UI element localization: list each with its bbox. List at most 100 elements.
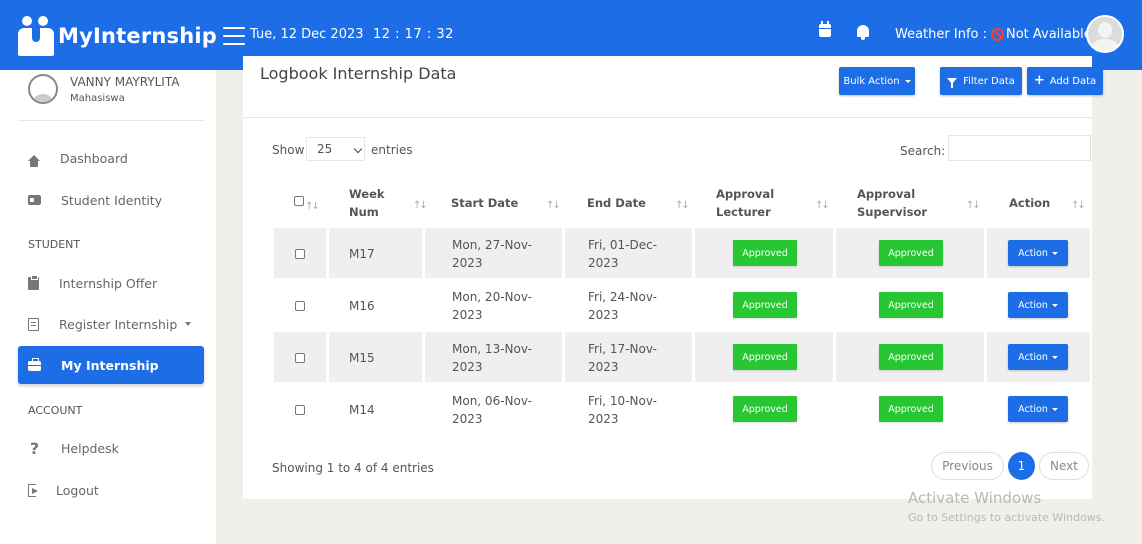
sidebar-item-register-internship[interactable]: Register Internship — [18, 305, 204, 343]
sidebar: VANNY MAYRYLITA Mahasiswa Dashboard Stud… — [0, 70, 216, 544]
column-header-approval-lecturer[interactable]: Approval Lecturer — [716, 185, 774, 221]
column-header-end-date[interactable]: End Date — [587, 194, 646, 212]
chevron-down-icon — [1051, 355, 1058, 359]
row-checkbox[interactable] — [295, 353, 305, 363]
cell-start-date: Mon, 06-Nov- 2023 — [452, 392, 532, 428]
cell-week: M17 — [349, 247, 375, 261]
chevron-down-icon — [1051, 251, 1058, 255]
column-header-start-date[interactable]: Start Date — [451, 194, 518, 212]
status-badge: Approved — [733, 292, 797, 318]
activate-windows-title: Activate Windows — [908, 489, 1042, 507]
question-icon: ? — [29, 438, 40, 458]
menu-toggle-icon[interactable] — [223, 27, 246, 45]
id-card-icon — [28, 195, 41, 205]
entries-label: entries — [371, 143, 413, 157]
cell-end-date-line2: 2023 — [588, 256, 619, 270]
cell-start-date-line2: 2023 — [452, 360, 483, 374]
column-header-supervisor-line2: Supervisor — [857, 205, 928, 219]
cell-end-date-line1: Fri, 01-Dec- — [588, 238, 658, 252]
column-header-week-line1: Week — [349, 187, 385, 201]
header-time: 12 : 17 : 32 — [373, 27, 454, 42]
sort-icon[interactable]: ↑↓ — [546, 200, 561, 211]
entries-select[interactable]: 25 — [306, 137, 365, 161]
bell-icon[interactable] — [857, 25, 869, 40]
sidebar-item-label: Student Identity — [61, 192, 163, 208]
column-header-lecturer-line1: Approval — [716, 187, 775, 201]
status-badge: Approved — [879, 292, 943, 318]
user-avatar-icon — [28, 74, 58, 104]
filter-data-button[interactable]: Filter Data — [940, 67, 1022, 95]
chevron-down-icon — [1051, 407, 1058, 411]
cell-start-date: Mon, 13-Nov- 2023 — [452, 340, 532, 376]
sidebar-item-dashboard[interactable]: Dashboard — [18, 139, 204, 177]
column-header-approval-supervisor[interactable]: Approval Supervisor — [857, 185, 927, 221]
cell-week: M14 — [349, 403, 375, 417]
column-header-week[interactable]: Week Num — [349, 185, 385, 221]
calendar-icon[interactable] — [819, 21, 831, 37]
sidebar-item-student-identity[interactable]: Student Identity — [18, 181, 204, 219]
form-icon — [28, 317, 39, 331]
home-icon — [28, 155, 40, 167]
cell-end-date-line1: Fri, 10-Nov- — [588, 394, 657, 408]
section-account: ACCOUNT — [28, 404, 83, 417]
search-input[interactable] — [948, 135, 1091, 161]
chevron-down-icon — [1051, 303, 1058, 307]
clipboard-icon — [28, 274, 39, 290]
row-action-button[interactable]: Action — [1008, 396, 1068, 422]
bulk-action-button[interactable]: Bulk Action — [839, 67, 915, 95]
sidebar-item-internship-offer[interactable]: Internship Offer — [18, 264, 204, 302]
add-data-button[interactable]: + Add Data — [1027, 67, 1103, 95]
row-action-label: Action — [1018, 247, 1048, 259]
sort-icon[interactable]: ↑↓ — [305, 201, 320, 212]
sidebar-item-label: Helpdesk — [61, 440, 119, 456]
cell-start-date-line2: 2023 — [452, 308, 483, 322]
cell-week: M15 — [349, 351, 375, 365]
cell-start-date: Mon, 27-Nov- 2023 — [452, 236, 532, 272]
cell-start-date-line1: Mon, 27-Nov- — [452, 238, 532, 252]
add-data-label: Add Data — [1049, 75, 1097, 87]
column-header-action[interactable]: Action — [1009, 194, 1050, 212]
row-checkbox[interactable] — [295, 301, 305, 311]
cell-start-date-line2: 2023 — [452, 412, 483, 426]
sidebar-item-label: Logout — [56, 482, 99, 498]
row-action-button[interactable]: Action — [1008, 240, 1068, 266]
weather-label: Weather Info : — [895, 27, 987, 42]
header-date: Tue, 12 Dec 2023 — [250, 27, 364, 42]
avatar[interactable] — [1086, 15, 1124, 53]
weather-value: Not Available — [1005, 27, 1092, 42]
row-action-button[interactable]: Action — [1008, 292, 1068, 318]
row-checkbox[interactable] — [295, 405, 305, 415]
cell-end-date: Fri, 10-Nov- 2023 — [588, 392, 657, 428]
table-row — [274, 384, 1090, 434]
sidebar-item-my-internship[interactable]: My Internship — [18, 346, 204, 384]
cell-week: M16 — [349, 299, 375, 313]
sidebar-divider — [18, 120, 204, 121]
table-row — [274, 228, 1090, 278]
row-checkbox[interactable] — [295, 249, 305, 259]
status-badge: Approved — [879, 240, 943, 266]
bulk-action-label: Bulk Action — [843, 75, 900, 87]
sidebar-item-helpdesk[interactable]: ? Helpdesk — [18, 429, 204, 467]
cell-end-date: Fri, 24-Nov- 2023 — [588, 288, 657, 324]
sidebar-item-label: Register Internship — [59, 316, 178, 332]
pagination-next[interactable]: Next — [1039, 452, 1089, 480]
row-action-button[interactable]: Action — [1008, 344, 1068, 370]
cell-end-date: Fri, 01-Dec- 2023 — [588, 236, 657, 272]
pagination-previous[interactable]: Previous — [931, 452, 1004, 480]
row-action-label: Action — [1018, 351, 1048, 363]
sidebar-user: VANNY MAYRYLITA Mahasiswa — [28, 74, 179, 104]
sort-icon[interactable]: ↑↓ — [675, 200, 690, 211]
sort-icon[interactable]: ↑↓ — [1071, 200, 1086, 211]
filter-icon — [947, 78, 958, 88]
status-badge: Approved — [733, 344, 797, 370]
search-label: Search: — [900, 144, 946, 158]
sort-icon[interactable]: ↑↓ — [413, 200, 428, 211]
sort-icon[interactable]: ↑↓ — [966, 200, 981, 211]
sort-icon[interactable]: ↑↓ — [815, 200, 830, 211]
sidebar-item-logout[interactable]: Logout — [18, 471, 204, 509]
brand[interactable]: MyInternship — [18, 14, 246, 58]
status-badge: Approved — [733, 240, 797, 266]
pagination-page-1[interactable]: 1 — [1008, 452, 1035, 480]
select-all-checkbox[interactable] — [294, 196, 304, 206]
briefcase-icon — [28, 358, 41, 371]
